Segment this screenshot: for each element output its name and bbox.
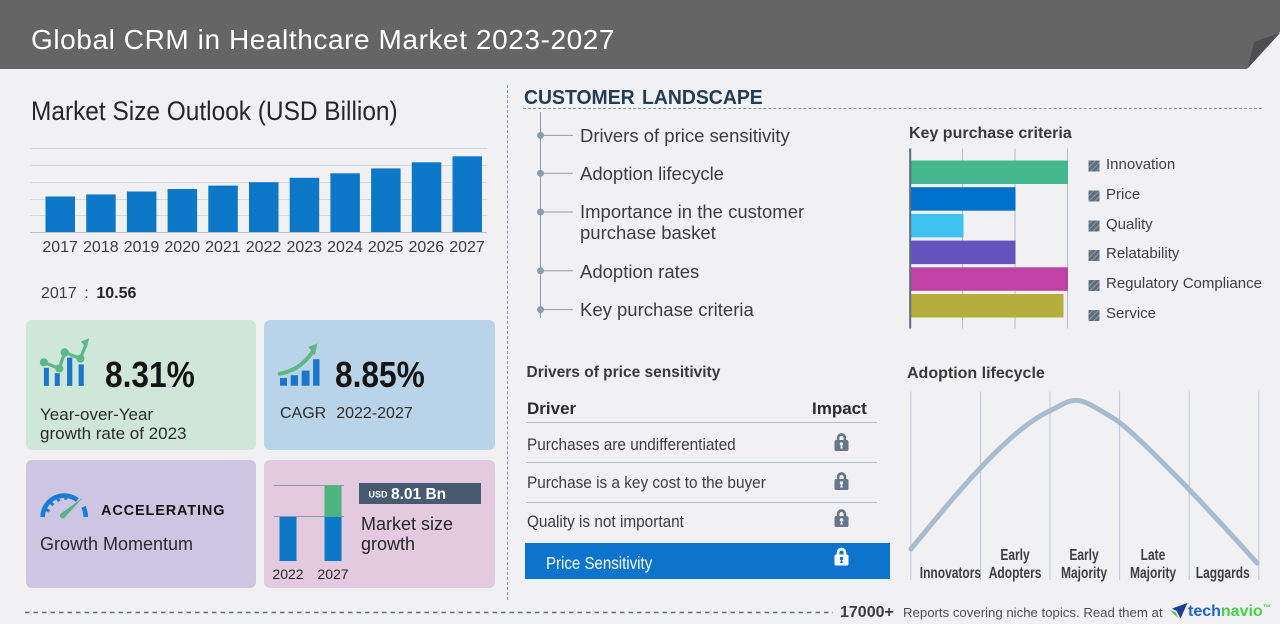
svg-text:8.01 Bn: 8.01 Bn [391,486,446,503]
svg-text:USD: USD [369,490,389,500]
